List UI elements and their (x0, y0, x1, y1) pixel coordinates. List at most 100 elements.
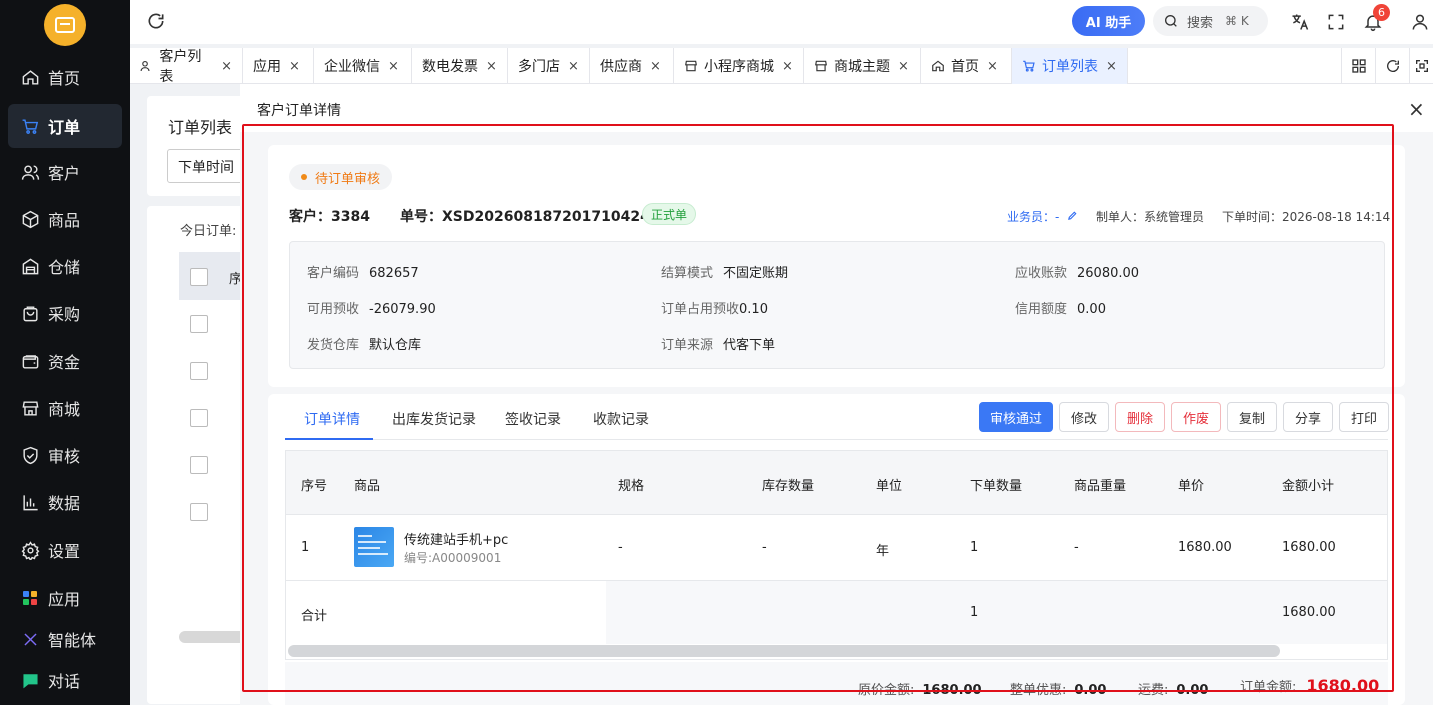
row-checkbox[interactable] (190, 409, 208, 427)
close-icon[interactable]: × (987, 59, 998, 74)
today-orders-label: 今日订单: (180, 224, 237, 239)
tab-mall-theme[interactable]: 商城主题 × (804, 48, 921, 84)
translate-icon[interactable] (1290, 12, 1310, 32)
share-button[interactable]: 分享 (1283, 402, 1333, 432)
close-icon[interactable]: × (221, 59, 232, 74)
nav-agent[interactable]: 智能体 (8, 617, 122, 661)
table-header: 序号 商品 规格 库存数量 单位 下单数量 商品重量 单价 金额小计 (286, 451, 1387, 515)
tab-supplier[interactable]: 供应商 × (590, 48, 674, 84)
freight-value: 0.00 (1176, 683, 1209, 698)
column-price: 单价 (1178, 479, 1205, 494)
close-icon[interactable]: × (486, 59, 497, 74)
row-checkbox[interactable] (190, 315, 208, 333)
nav-purchase[interactable]: 采购 (8, 291, 122, 335)
approve-button[interactable]: 审核通过 (979, 402, 1053, 432)
tab-wecom[interactable]: 企业微信 × (314, 48, 412, 84)
delete-button[interactable]: 删除 (1115, 402, 1165, 432)
focus-icon (1415, 60, 1428, 72)
ai-assistant-button[interactable]: AI 助手 (1072, 6, 1145, 36)
tab-home[interactable]: 首页 × (921, 48, 1012, 84)
tab-refresh-button[interactable] (1375, 48, 1409, 84)
void-button[interactable]: 作废 (1171, 402, 1221, 432)
receivable-field: 应收账款 26080.00 (1015, 262, 1139, 281)
tab-shipment-records[interactable]: 出库发货记录 (392, 409, 476, 429)
search-box[interactable]: 搜索 ⌘ K (1153, 6, 1268, 36)
original-amount-label: 原价金额: (858, 683, 915, 698)
tab-receipt-records[interactable]: 签收记录 (505, 409, 561, 429)
nav-chat[interactable]: 对话 (8, 658, 122, 702)
product-thumbnail[interactable] (354, 527, 394, 567)
refresh-icon[interactable] (146, 11, 166, 31)
bag-icon (20, 303, 40, 323)
nav-data-label: 数据 (48, 494, 81, 513)
tab-miniapp-mall[interactable]: 小程序商城 × (674, 48, 804, 84)
summary-label-cell (286, 581, 606, 644)
cart-icon (20, 116, 40, 136)
tab-einvoice[interactable]: 数电发票 × (412, 48, 508, 84)
close-icon[interactable]: × (650, 59, 661, 74)
original-amount: 原价金额: 1680.00 (858, 679, 982, 698)
tab-grid-button[interactable] (1341, 48, 1375, 84)
field-value: 0.10 (739, 302, 768, 317)
nav-settings-label: 设置 (48, 542, 81, 561)
column-subtotal: 金额小计 (1282, 479, 1335, 494)
store-logo-icon (55, 17, 75, 33)
print-button[interactable]: 打印 (1339, 402, 1389, 432)
select-all-checkbox[interactable] (190, 268, 208, 286)
row-checkbox[interactable] (190, 362, 208, 380)
row-checkbox[interactable] (190, 456, 208, 474)
fullscreen-icon[interactable] (1326, 12, 1346, 32)
tab-label: 应用 (253, 59, 281, 75)
tab-order-detail[interactable]: 订单详情 (304, 409, 360, 429)
close-icon[interactable]: × (388, 59, 399, 74)
cell-weight: - (1074, 540, 1079, 555)
tab-payment-records[interactable]: 收款记录 (593, 409, 649, 429)
row-checkbox[interactable] (190, 503, 208, 521)
close-icon[interactable]: × (1106, 59, 1117, 74)
warehouse-field: 发货仓库 默认仓库 (307, 334, 421, 353)
nav-data[interactable]: 数据 (8, 480, 122, 524)
edit-button[interactable]: 修改 (1059, 402, 1109, 432)
tab-focus-button[interactable] (1409, 48, 1433, 84)
tab-multi-store[interactable]: 多门店 × (508, 48, 590, 84)
tab-order-list[interactable]: 订单列表 × (1012, 48, 1128, 84)
product-name[interactable]: 传统建站手机+pc (404, 529, 508, 548)
nav-warehouse[interactable]: 仓储 (8, 244, 122, 288)
nav-mall[interactable]: 商城 (8, 386, 122, 430)
close-icon[interactable]: × (568, 59, 579, 74)
logo[interactable] (44, 4, 86, 46)
salesman-link[interactable]: 业务员：- (1007, 208, 1078, 225)
edit-icon[interactable] (1067, 210, 1078, 221)
summary-row: 合计 1 1680.00 (286, 581, 1387, 644)
tab-label: 订单列表 (1042, 59, 1098, 75)
tab-label: 供应商 (600, 59, 642, 75)
close-icon[interactable]: × (898, 59, 909, 74)
store-icon (685, 60, 697, 72)
nav-funds[interactable]: 资金 (8, 339, 122, 383)
user-icon[interactable] (1410, 12, 1430, 32)
tab-label: 小程序商城 (704, 59, 774, 75)
tab-apps[interactable]: 应用 × (243, 48, 314, 84)
tab-customer-list[interactable]: 客户列表 × (130, 48, 243, 85)
copy-button[interactable]: 复制 (1227, 402, 1277, 432)
close-icon[interactable]: × (289, 59, 300, 74)
nav-warehouse-label: 仓储 (48, 258, 81, 277)
close-icon[interactable]: × (1408, 97, 1425, 121)
nav-apps[interactable]: 应用 (8, 576, 122, 620)
total-label: 订单金额: (1240, 680, 1297, 695)
tabs-divider (285, 439, 1388, 440)
nav-customer[interactable]: 客户 (8, 150, 122, 194)
users-icon (20, 162, 40, 182)
nav-product[interactable]: 商品 (8, 197, 122, 241)
creator: 制单人：系统管理员 (1096, 210, 1205, 224)
nav-settings[interactable]: 设置 (8, 528, 122, 572)
field-label: 订单占用预收 (661, 302, 740, 317)
nav-home[interactable]: 首页 (8, 55, 122, 99)
amount-footer (285, 662, 1388, 705)
list-scrollbar[interactable] (179, 631, 249, 643)
field-label: 订单来源 (661, 338, 714, 353)
nav-order[interactable]: 订单 (8, 104, 122, 148)
table-horizontal-scrollbar[interactable] (288, 645, 1280, 657)
close-icon[interactable]: × (782, 59, 793, 74)
nav-audit[interactable]: 审核 (8, 433, 122, 477)
